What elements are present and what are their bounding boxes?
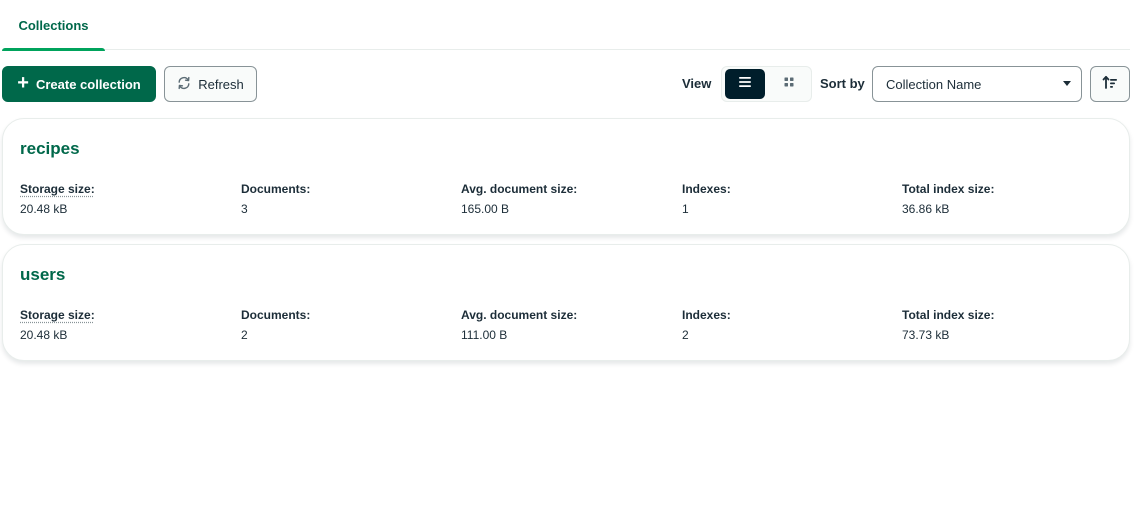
documents-label: Documents:: [241, 182, 311, 196]
active-tab-indicator: [2, 48, 105, 51]
sort-by-label: Sort by: [820, 76, 865, 91]
refresh-button[interactable]: Refresh: [164, 66, 257, 102]
total-index-size-label: Total index size:: [902, 182, 995, 196]
total-index-size-value: 73.73 kB: [902, 328, 950, 342]
create-collection-button[interactable]: + Create collection: [2, 66, 156, 102]
indexes-stat: Indexes: 1: [682, 182, 731, 216]
grid-view-button[interactable]: [769, 69, 809, 99]
avg-document-size-label: Avg. document size:: [461, 182, 578, 196]
caret-down-icon: [1063, 81, 1071, 86]
total-index-size-stat: Total index size: 73.73 kB: [902, 308, 994, 342]
indexes-label: Indexes:: [682, 308, 731, 322]
avg-document-size-value: 111.00 B: [461, 328, 508, 342]
collection-name[interactable]: recipes: [20, 139, 80, 159]
sort-direction-button[interactable]: [1090, 66, 1130, 102]
plus-icon: +: [17, 72, 29, 94]
tab-collections-label: Collections: [18, 17, 89, 33]
sort-select-value: Collection Name: [886, 76, 982, 92]
refresh-icon: [177, 76, 191, 93]
create-collection-label: Create collection: [35, 76, 141, 92]
sort-ascending-icon: [1102, 74, 1118, 95]
storage-size-label: Storage size:: [20, 308, 95, 322]
documents-stat: Documents: 3: [241, 182, 310, 216]
indexes-value: 1: [682, 202, 689, 216]
documents-stat: Documents: 2: [241, 308, 310, 342]
documents-value: 3: [241, 202, 248, 216]
view-toggle: [721, 66, 812, 102]
list-view-button[interactable]: [725, 69, 765, 99]
indexes-stat: Indexes: 2: [682, 308, 731, 342]
sort-select[interactable]: Collection Name: [872, 66, 1082, 102]
documents-value: 2: [241, 328, 248, 342]
avg-document-size-value: 165.00 B: [461, 202, 510, 216]
avg-document-size-label: Avg. document size:: [461, 308, 578, 322]
collections-toolbar: + Create collection Refresh View Sort by…: [2, 66, 1130, 102]
collection-name[interactable]: users: [20, 265, 65, 285]
total-index-size-stat: Total index size: 36.86 kB: [902, 182, 994, 216]
tab-bar: Collections: [2, 0, 1130, 51]
collection-card-users[interactable]: users Storage size: 20.48 kB Documents: …: [2, 244, 1130, 361]
total-index-size-label: Total index size:: [902, 308, 995, 322]
refresh-label: Refresh: [198, 76, 244, 92]
storage-size-stat: Storage size: 20.48 kB: [20, 182, 95, 216]
list-icon: [738, 75, 752, 93]
total-index-size-value: 36.86 kB: [902, 202, 950, 216]
grid-icon: [783, 75, 795, 93]
documents-label: Documents:: [241, 308, 311, 322]
storage-size-value: 20.48 kB: [20, 328, 68, 342]
view-label: View: [682, 76, 712, 91]
avg-document-size-stat: Avg. document size: 165.00 B: [461, 182, 577, 216]
tab-collections[interactable]: Collections: [2, 0, 105, 51]
collection-card-recipes[interactable]: recipes Storage size: 20.48 kB Documents…: [2, 118, 1130, 235]
indexes-value: 2: [682, 328, 689, 342]
storage-size-stat: Storage size: 20.48 kB: [20, 308, 95, 342]
storage-size-value: 20.48 kB: [20, 202, 68, 216]
avg-document-size-stat: Avg. document size: 111.00 B: [461, 308, 577, 342]
storage-size-label: Storage size:: [20, 182, 95, 196]
indexes-label: Indexes:: [682, 182, 731, 196]
